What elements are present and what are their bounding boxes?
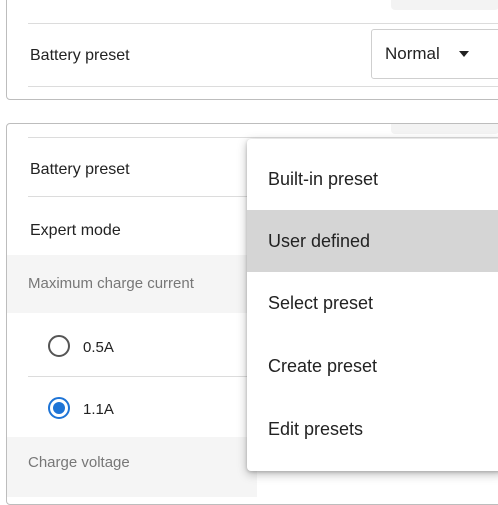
battery-preset-menu: Built-in preset User defined Select pres… [247,139,498,471]
radio-checked-icon[interactable] [48,397,70,419]
charge-voltage-section-header: Charge voltage [7,437,257,497]
charge-voltage-header: Charge voltage [28,454,130,471]
divider [28,137,498,138]
collapsed-control-stub [391,124,498,134]
menu-item-user-defined[interactable]: User defined [247,210,498,272]
menu-item-create-preset[interactable]: Create preset [247,335,498,397]
battery-preset-select[interactable]: Normal [371,29,498,79]
max-charge-current-header: Maximum charge current [28,275,194,292]
expert-mode-label[interactable]: Expert mode [30,222,121,240]
menu-item-built-in-preset[interactable]: Built-in preset [247,148,498,210]
current-option-label: 1.1A [83,401,114,418]
collapsed-control-stub [391,0,498,10]
chevron-down-icon [459,51,469,57]
divider [28,23,498,24]
menu-item-select-preset[interactable]: Select preset [247,272,498,334]
current-option-label: 0.5A [83,339,114,356]
battery-preset-value: Normal [385,44,440,63]
max-charge-current-section-header: Maximum charge current [7,255,257,313]
battery-preset-label: Battery preset [30,47,130,64]
menu-item-edit-presets[interactable]: Edit presets [247,398,498,460]
battery-preset-label[interactable]: Battery preset [30,161,130,179]
radio-unchecked-icon[interactable] [48,335,70,357]
battery-preset-card: Battery preset Normal [6,0,498,100]
divider [28,86,498,87]
